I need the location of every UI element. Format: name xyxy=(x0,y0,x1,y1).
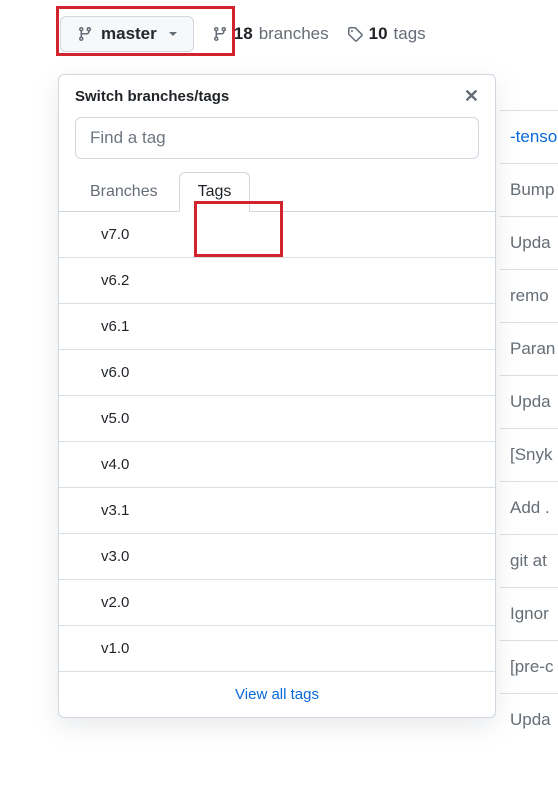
tab-tags[interactable]: Tags xyxy=(179,172,251,212)
tag-icon xyxy=(347,26,363,42)
tag-list: v7.0 v6.2 v6.1 v6.0 v5.0 v4.0 v3.1 v3.0 … xyxy=(59,212,495,672)
tags-label: tags xyxy=(394,24,426,44)
bg-row[interactable]: -tenso xyxy=(500,110,558,163)
bg-row[interactable]: git at xyxy=(500,534,558,587)
branch-select-label: master xyxy=(101,24,157,44)
bg-row[interactable]: Bump xyxy=(500,163,558,216)
tag-item[interactable]: v3.1 xyxy=(59,488,495,534)
tab-branches[interactable]: Branches xyxy=(71,172,177,212)
bg-row[interactable]: Upda xyxy=(500,375,558,428)
branches-label: branches xyxy=(259,24,329,44)
tag-item[interactable]: v5.0 xyxy=(59,396,495,442)
tags-count: 10 xyxy=(369,24,388,44)
tag-item[interactable]: v2.0 xyxy=(59,580,495,626)
popover-title: Switch branches/tags xyxy=(75,88,229,105)
bg-row[interactable]: [pre-c xyxy=(500,640,558,693)
bg-row[interactable]: Paran xyxy=(500,322,558,375)
bg-row[interactable]: [Snyk xyxy=(500,428,558,481)
bg-row[interactable]: Upda xyxy=(500,693,558,746)
git-branch-icon xyxy=(212,26,228,42)
tag-item[interactable]: v1.0 xyxy=(59,626,495,672)
tag-item[interactable]: v6.0 xyxy=(59,350,495,396)
tags-link[interactable]: 10 tags xyxy=(347,24,426,44)
chevron-down-icon xyxy=(169,32,177,36)
view-all-tags-link[interactable]: View all tags xyxy=(59,672,495,717)
background-commit-list: -tenso Bump Upda remo Paran Upda [Snyk A… xyxy=(500,110,558,746)
bg-row[interactable]: remo xyxy=(500,269,558,322)
tag-item[interactable]: v7.0 xyxy=(59,212,495,258)
branch-tag-popover: Switch branches/tags ✕ Branches Tags v7.… xyxy=(58,74,496,718)
branch-select-button[interactable]: master xyxy=(60,16,194,52)
git-branch-icon xyxy=(77,26,93,42)
bg-row[interactable]: Add . xyxy=(500,481,558,534)
bg-row[interactable]: Ignor xyxy=(500,587,558,640)
branches-count: 18 xyxy=(234,24,253,44)
tag-item[interactable]: v6.1 xyxy=(59,304,495,350)
tag-item[interactable]: v6.2 xyxy=(59,258,495,304)
tag-item[interactable]: v4.0 xyxy=(59,442,495,488)
tag-item[interactable]: v3.0 xyxy=(59,534,495,580)
close-icon[interactable]: ✕ xyxy=(464,87,479,105)
filter-input[interactable] xyxy=(75,117,479,159)
branches-link[interactable]: 18 branches xyxy=(212,24,329,44)
bg-row[interactable]: Upda xyxy=(500,216,558,269)
